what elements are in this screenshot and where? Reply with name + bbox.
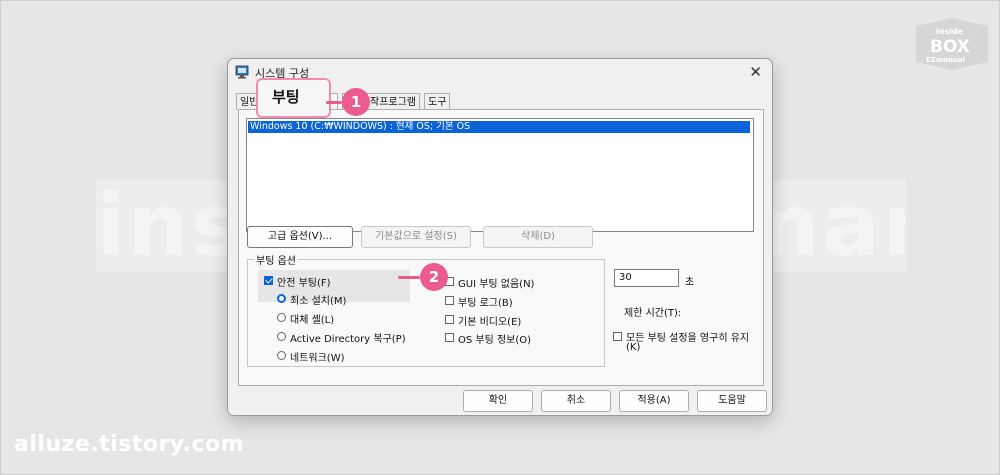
minimal-label: 최소 설치(M) [290, 296, 347, 307]
watermark-logo: inside BOX EZmanual [916, 18, 988, 70]
ok-button[interactable]: 확인 [463, 390, 533, 412]
boot-options-legend: 부팅 옵션 [254, 252, 298, 267]
cancel-button[interactable]: 취소 [541, 390, 611, 412]
apply-button[interactable]: 적용(A) [619, 390, 689, 412]
close-icon[interactable]: ✕ [749, 63, 762, 81]
safe-boot-checkbox[interactable] [264, 276, 273, 285]
callout-connector-1 [326, 101, 342, 104]
svg-text:BOX: BOX [930, 37, 970, 57]
advanced-options-button[interactable]: 고급 옵션(V)... [247, 226, 353, 248]
site-url: alluze.tistory.com [14, 432, 245, 457]
step-badge-2: 2 [420, 263, 448, 291]
os-list-item[interactable]: Windows 10 (C:₩WINDOWS) : 현재 OS; 기본 OS [248, 121, 750, 133]
alternate-shell-radio[interactable] [277, 313, 286, 322]
help-button[interactable]: 도움말 [697, 390, 767, 412]
boot-log-checkbox[interactable] [445, 296, 454, 305]
svg-text:EZmanual: EZmanual [926, 56, 965, 64]
msconfig-icon [235, 65, 249, 79]
network-label: 네트워크(W) [290, 353, 345, 364]
persist-settings-checkbox[interactable] [613, 332, 622, 341]
no-gui-boot-label: GUI 부팅 없음(N) [458, 279, 535, 290]
svg-text:inside: inside [936, 27, 964, 36]
timeout-unit: 초 [685, 277, 695, 288]
os-list[interactable]: Windows 10 (C:₩WINDOWS) : 현재 OS; 기본 OS [246, 118, 754, 232]
timeout-input[interactable]: 30 [614, 269, 679, 287]
tab-startup[interactable]: 작프로그램 [366, 93, 420, 110]
persist-settings-label: 모든 부팅 설정을 영구히 유지 [626, 333, 750, 344]
ad-repair-label: Active Directory 복구(P) [290, 334, 406, 345]
set-default-button[interactable]: 기본값으로 설정(S) [361, 226, 471, 248]
alternate-shell-label: 대체 셸(L) [290, 315, 335, 326]
boot-tab-callout-text: 부팅 [272, 88, 300, 106]
timeout-label: 제한 시간(T): [624, 308, 682, 319]
minimal-radio[interactable] [277, 294, 286, 303]
ad-repair-radio[interactable] [277, 332, 286, 341]
persist-settings-accesskey: (K) [626, 342, 641, 353]
os-boot-info-checkbox[interactable] [445, 333, 454, 342]
callout-connector-2 [398, 276, 420, 279]
boot-log-label: 부팅 로그(B) [458, 298, 513, 309]
base-video-checkbox[interactable] [445, 315, 454, 324]
network-radio[interactable] [277, 351, 286, 360]
os-boot-info-label: OS 부팅 정보(O) [458, 335, 532, 346]
safe-boot-label: 안전 부팅(F) [277, 278, 331, 289]
delete-button[interactable]: 삭제(D) [483, 226, 593, 248]
base-video-label: 기본 비디오(E) [458, 317, 522, 328]
boot-tab-panel: Windows 10 (C:₩WINDOWS) : 현재 OS; 기본 OS 고… [238, 109, 764, 386]
step-badge-1: 1 [342, 88, 370, 116]
tab-tools[interactable]: 도구 [424, 93, 451, 110]
